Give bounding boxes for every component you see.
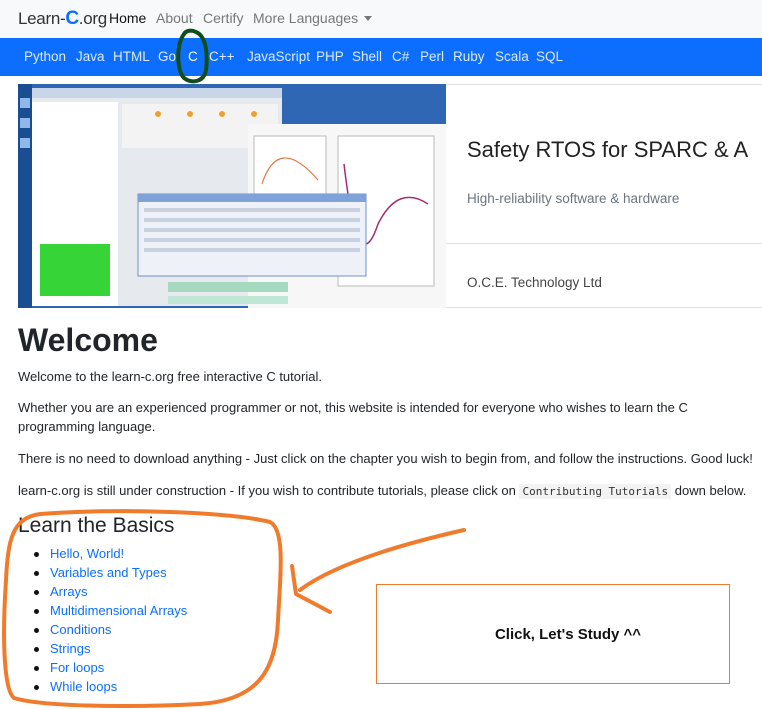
lang-c[interactable]: C xyxy=(188,49,198,64)
lang-python[interactable]: Python xyxy=(24,49,66,64)
nav-home[interactable]: Home xyxy=(109,10,146,26)
lang-csharp[interactable]: C# xyxy=(392,49,409,64)
caret-down-icon xyxy=(364,16,373,21)
lang-scala[interactable]: Scala xyxy=(495,49,529,64)
ad-screenshot-image xyxy=(18,84,446,308)
ad-divider xyxy=(446,243,762,244)
top-navbar: Learn-C.org Home About Certify More Lang… xyxy=(0,0,762,38)
ad-text-panel: Safety RTOS for SPARC & A High-reliabili… xyxy=(446,84,762,308)
tutorial-link-arrays[interactable]: Arrays xyxy=(34,584,187,603)
tutorial-link-hello-world[interactable]: Hello, World! xyxy=(34,546,187,565)
lang-sql[interactable]: SQL xyxy=(536,49,563,64)
contributing-tutorials-code: Contributing Tutorials xyxy=(519,484,672,499)
tutorial-link-for-loops[interactable]: For loops xyxy=(34,660,187,679)
ad-banner[interactable]: Safety RTOS for SPARC & A High-reliabili… xyxy=(18,84,762,308)
site-logo[interactable]: Learn-C.org xyxy=(18,8,107,30)
ad-company: O.C.E. Technology Ltd xyxy=(467,275,602,290)
nav-certify[interactable]: Certify xyxy=(203,10,243,26)
tutorial-link-conditions[interactable]: Conditions xyxy=(34,622,187,641)
nav-more-languages[interactable]: More Languages xyxy=(253,10,373,26)
lang-php[interactable]: PHP xyxy=(316,49,344,64)
ad-title[interactable]: Safety RTOS for SPARC & A xyxy=(467,137,748,163)
intro-paragraph: Welcome to the learn-c.org free interact… xyxy=(18,369,322,384)
audience-paragraph: Whether you are an experienced programme… xyxy=(18,400,688,434)
lang-java[interactable]: Java xyxy=(76,49,105,64)
tutorial-link-while-loops[interactable]: While loops xyxy=(34,679,187,698)
tutorial-link-multidimensional-arrays[interactable]: Multidimensional Arrays xyxy=(34,603,187,622)
page-title: Welcome xyxy=(18,322,158,358)
ad-subtitle: High-reliability software & hardware xyxy=(467,191,680,206)
lang-ruby[interactable]: Ruby xyxy=(453,49,485,64)
lang-shell[interactable]: Shell xyxy=(352,49,382,64)
lang-cpp[interactable]: C++ xyxy=(209,49,235,64)
annotation-text: Click, Let's Study ^^ xyxy=(494,625,642,643)
lang-javascript[interactable]: JavaScript xyxy=(247,49,310,64)
annotation-box: Click, Let's Study ^^ xyxy=(376,584,730,684)
orange-arrowhead-icon xyxy=(290,564,332,614)
orange-arrow xyxy=(298,528,466,592)
tutorial-link-variables-types[interactable]: Variables and Types xyxy=(34,565,187,584)
ad-image xyxy=(18,84,446,308)
lang-html[interactable]: HTML xyxy=(113,49,150,64)
learn-basics-heading: Learn the Basics xyxy=(18,514,175,537)
lang-perl[interactable]: Perl xyxy=(420,49,444,64)
tutorial-link-strings[interactable]: Strings xyxy=(34,641,187,660)
language-bar: Python Java HTML Go C C++ JavaScript PHP… xyxy=(0,38,762,76)
basics-list: Hello, World! Variables and Types Arrays… xyxy=(34,546,187,698)
lang-go[interactable]: Go xyxy=(158,49,176,64)
nav-about[interactable]: About xyxy=(156,10,193,26)
instructions-paragraph: There is no need to download anything - … xyxy=(18,451,753,466)
contribute-paragraph: learn-c.org is still under construction … xyxy=(18,483,747,499)
